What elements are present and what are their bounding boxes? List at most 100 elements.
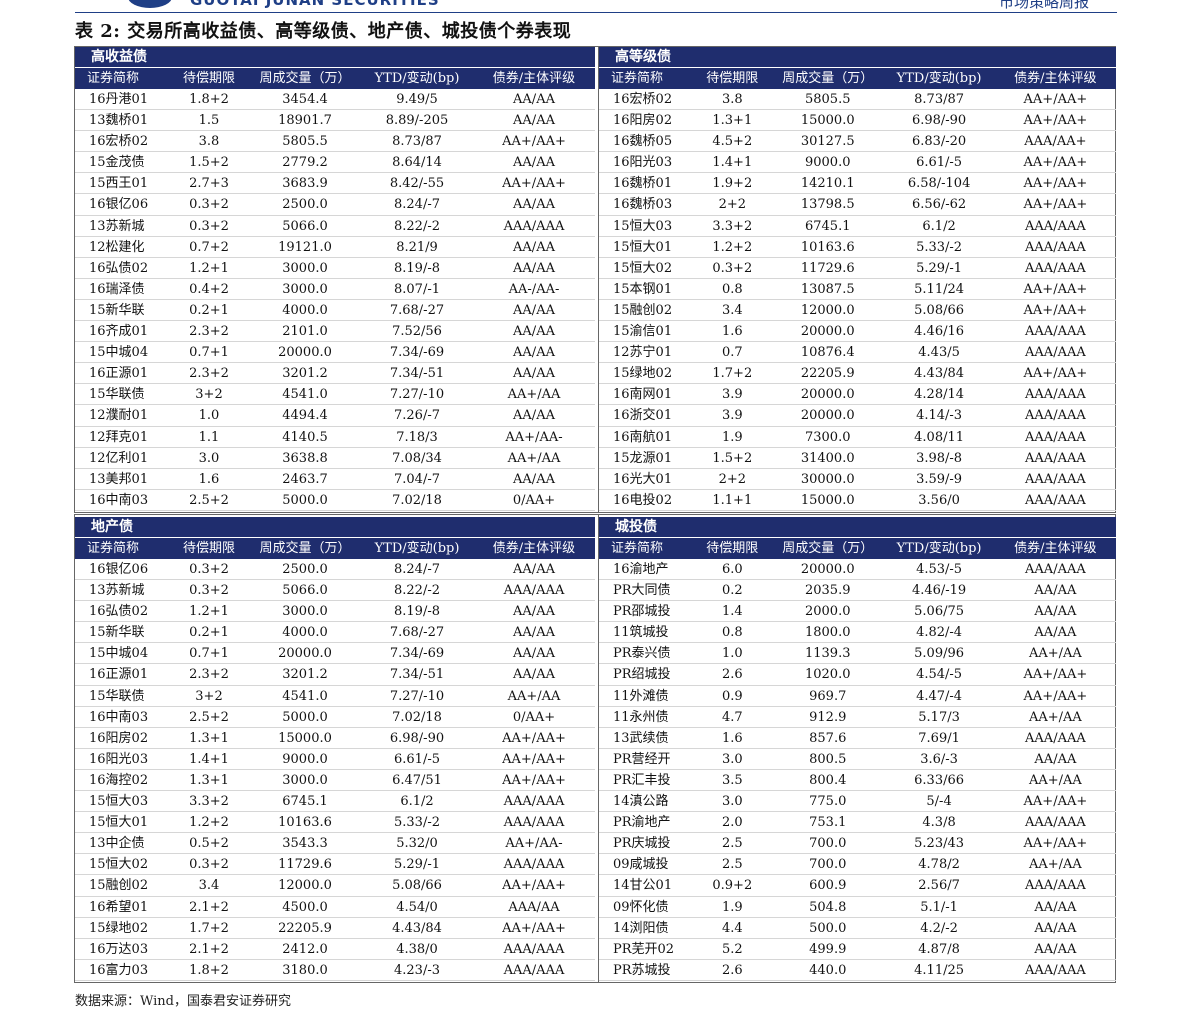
cell-ytd-change: 8.64/14 xyxy=(392,155,442,171)
cell-maturity: 5.2 xyxy=(721,941,743,957)
cell-security-name: 16魏桥05 xyxy=(613,134,673,150)
table-row: PR邵城投 1.4 2000.0 5.06/75 AA/AA xyxy=(599,601,1116,623)
cell-maturity: 3.0 xyxy=(198,450,220,466)
cell-security-name: 15本钢01 xyxy=(613,281,673,297)
cell-rating: AAA/AA xyxy=(508,899,560,915)
cell-weekly-volume: 2779.2 xyxy=(282,155,328,171)
cell-ytd-change: 6.1/2 xyxy=(922,218,956,234)
cell-maturity: 4.4 xyxy=(721,920,743,936)
cell-maturity: 1.2+1 xyxy=(189,260,229,276)
cell-weekly-volume: 9000.0 xyxy=(282,751,328,767)
cell-rating: AA+/AA+ xyxy=(502,134,566,150)
cell-weekly-volume: 31400.0 xyxy=(800,450,855,466)
cell-rating: AA/AA xyxy=(513,408,555,424)
column-header-rating: 债券/主体评级 xyxy=(1014,541,1097,556)
table-row: 14甘公01 0.9+2 600.9 2.56/7 AAA/AAA xyxy=(599,875,1116,897)
cell-ytd-change: 8.24/-7 xyxy=(394,197,440,213)
column-header-row: 证券简称 待偿期限 周成交量（万） YTD/变动(bp) 债券/主体评级 xyxy=(75,537,595,559)
table-row: 15华联债 3+2 4541.0 7.27/-10 AA+/AA xyxy=(75,686,595,707)
cell-weekly-volume: 500.0 xyxy=(809,920,847,936)
cell-rating: AAA/AAA xyxy=(1025,429,1086,445)
table-row: PR泰兴债 1.0 1139.3 5.09/96 AA+/AA xyxy=(599,643,1116,665)
table-body: 16渝地产 6.0 20000.0 4.53/-5 AAA/AAA PR大同债 0.2 203… xyxy=(599,559,1116,981)
cell-weekly-volume: 4494.4 xyxy=(282,408,328,424)
column-header-rating: 债券/主体评级 xyxy=(492,541,576,556)
data-source-note: 数据来源：Wind，国泰君安证券研究 xyxy=(75,994,291,1009)
table-row: 13苏新城 0.3+2 5066.0 8.22/-2 AAA/AAA xyxy=(75,216,595,237)
cell-weekly-volume: 11729.6 xyxy=(800,260,855,276)
cell-security-name: PR营经开 xyxy=(613,751,671,767)
cell-security-name: 15西王01 xyxy=(89,176,149,192)
cell-rating: AA/AA xyxy=(1034,941,1077,957)
cell-weekly-volume: 18901.7 xyxy=(278,113,332,129)
cell-security-name: 16弘债02 xyxy=(89,604,149,620)
cell-weekly-volume: 700.0 xyxy=(809,836,847,852)
cell-maturity: 1.6 xyxy=(721,730,743,746)
column-header-row: 证券简称 待偿期限 周成交量（万） YTD/变动(bp) 债券/主体评级 xyxy=(75,67,595,89)
cell-maturity: 1.0 xyxy=(721,646,743,662)
table-row: 16渝地产 6.0 20000.0 4.53/-5 AAA/AAA xyxy=(599,559,1116,581)
cell-rating: AA/AA xyxy=(513,324,555,340)
cell-security-name: 16弘债02 xyxy=(89,260,149,276)
cell-weekly-volume: 2500.0 xyxy=(282,562,328,577)
table-row: 09怀化债 1.9 504.8 5.1/-1 AA/AA xyxy=(599,897,1116,918)
table-row: PR庆城投 2.5 700.0 5.23/43 AA+/AA+ xyxy=(599,833,1116,855)
table-row: 16丹港01 1.8+2 3454.4 9.49/5 AA/AA xyxy=(75,89,595,111)
cell-security-name: PR大同债 xyxy=(613,583,671,599)
cell-maturity: 1.2+2 xyxy=(712,239,753,255)
cell-ytd-change: 5.33/-2 xyxy=(916,239,963,255)
table-row: 15中城04 0.7+1 20000.0 7.34/-69 AA/AA xyxy=(75,342,595,364)
cell-security-name: 16万达03 xyxy=(89,941,149,957)
cell-security-name: 16齐成01 xyxy=(89,324,149,340)
cell-maturity: 3.4 xyxy=(198,878,220,894)
cell-ytd-change: 4.2/-2 xyxy=(920,920,958,936)
cell-maturity: 4.7 xyxy=(721,709,743,725)
cell-ytd-change: 7.34/-69 xyxy=(389,646,445,662)
table-row: 15恒大01 1.2+2 10163.6 5.33/-2 AAA/AAA xyxy=(599,237,1116,258)
cell-weekly-volume: 2500.0 xyxy=(282,197,328,213)
column-header-maturity: 待偿期限 xyxy=(706,71,759,86)
table-row: 15融创02 3.4 12000.0 5.08/66 AA+/AA+ xyxy=(75,875,595,897)
table-row: 13中企债 0.5+2 3543.3 5.32/0 AA+/AA- xyxy=(75,833,595,855)
cell-security-name: 15华联债 xyxy=(89,688,145,704)
cell-maturity: 1.3+1 xyxy=(189,772,229,788)
cell-security-name: 13苏新城 xyxy=(89,218,145,234)
company-logo-icon xyxy=(128,0,172,8)
cell-weekly-volume: 20000.0 xyxy=(800,387,855,403)
cell-weekly-volume: 5066.0 xyxy=(282,218,328,234)
table-row: 11筑城投 0.8 1800.0 4.82/-4 AA/AA xyxy=(599,622,1116,644)
cell-ytd-change: 4.11/25 xyxy=(914,962,965,978)
cell-ytd-change: 3.56/0 xyxy=(918,492,960,508)
cell-rating: AA+/AA+ xyxy=(502,176,566,192)
cell-maturity: 6.0 xyxy=(721,562,743,577)
cell-ytd-change: 4.08/11 xyxy=(914,429,965,445)
cell-security-name: 09怀化债 xyxy=(613,899,669,915)
cell-weekly-volume: 5066.0 xyxy=(282,583,328,599)
cell-maturity: 0.3+2 xyxy=(189,197,229,213)
cell-ytd-change: 8.73/87 xyxy=(914,92,965,107)
cell-ytd-change: 7.69/1 xyxy=(918,730,960,746)
cell-maturity: 1.2+1 xyxy=(189,604,229,620)
cell-rating: AA+/AA+ xyxy=(1023,155,1088,171)
cell-maturity: 1.5+2 xyxy=(189,155,229,171)
table-row: 16阳光03 1.4+1 9000.0 6.61/-5 AA+/AA+ xyxy=(75,749,595,770)
table-row: 16弘债02 1.2+1 3000.0 8.19/-8 AA/AA xyxy=(75,601,595,623)
cell-weekly-volume: 504.8 xyxy=(809,899,847,915)
cell-rating: AA+/AA- xyxy=(505,836,563,852)
cell-rating: AAA/AAA xyxy=(1025,878,1086,894)
cell-rating: AA/AA xyxy=(513,92,555,107)
cell-rating: 0/AA+ xyxy=(512,709,556,725)
cell-ytd-change: 7.08/34 xyxy=(392,450,442,466)
cell-weekly-volume: 1139.3 xyxy=(804,646,851,662)
cell-weekly-volume: 4541.0 xyxy=(282,688,328,704)
cell-rating: AA+/AA xyxy=(1028,772,1082,788)
table-row: 15渝信01 1.6 20000.0 4.46/16 AAA/AAA xyxy=(599,321,1116,343)
cell-security-name: 16银亿06 xyxy=(89,562,149,577)
cell-weekly-volume: 3454.4 xyxy=(282,92,328,107)
cell-maturity: 0.7+1 xyxy=(189,345,229,361)
cell-security-name: PR绍城投 xyxy=(613,667,671,683)
cell-ytd-change: 6.47/51 xyxy=(392,772,442,788)
cell-ytd-change: 7.52/56 xyxy=(392,324,442,340)
cell-maturity: 2.3+2 xyxy=(189,324,229,340)
cell-ytd-change: 8.22/-2 xyxy=(394,583,440,599)
